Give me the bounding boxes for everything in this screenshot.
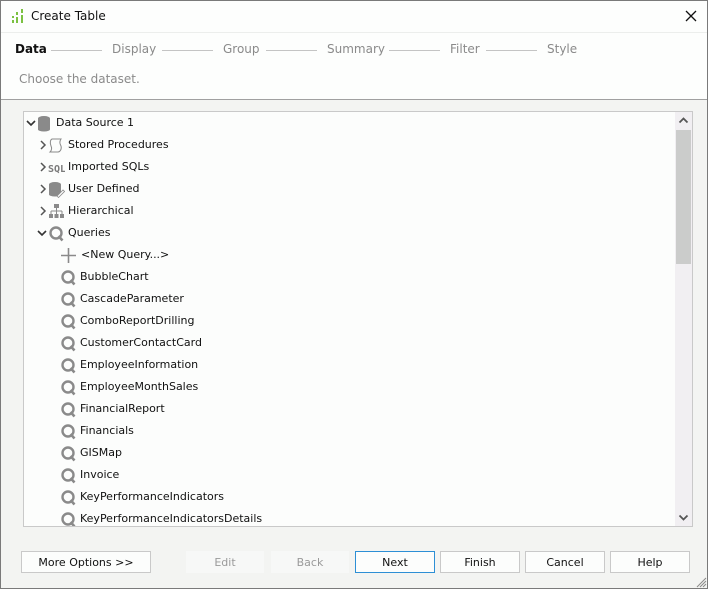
tree-node-label: EmployeeMonthSales <box>80 376 198 398</box>
edit-button[interactable]: Edit <box>186 551 264 573</box>
tree-node-query[interactable]: FinancialReport <box>24 398 664 420</box>
tree-node-new-query[interactable]: <New Query...> <box>24 244 664 266</box>
step-summary[interactable]: Summary <box>327 42 385 56</box>
hierarchy-icon <box>48 203 65 220</box>
chart-bars-icon <box>11 8 25 24</box>
tree-node-label: BubbleChart <box>80 266 149 288</box>
tree-node-label: Queries <box>68 222 110 244</box>
chevron-right-icon[interactable] <box>38 183 48 195</box>
sql-icon: SQL <box>48 159 65 176</box>
query-icon <box>60 401 77 418</box>
tree-node-data-source[interactable]: Data Source 1 <box>24 112 664 134</box>
query-icon <box>60 357 77 374</box>
query-icon <box>60 313 77 330</box>
chevron-right-icon[interactable] <box>38 161 48 173</box>
tree-node-label: Financials <box>80 420 134 442</box>
tree-node-label: Imported SQLs <box>68 156 149 178</box>
step-divider <box>389 50 440 51</box>
tree-node-query[interactable]: ComboReportDrilling <box>24 310 664 332</box>
tree-node-label: FinancialReport <box>80 398 165 420</box>
title-bar: Create Table <box>1 1 707 32</box>
tree-node-query[interactable]: Financials <box>24 420 664 442</box>
tree-node-user-defined[interactable]: User Defined <box>24 178 664 200</box>
tree-node-label: Data Source 1 <box>56 112 134 134</box>
tree-node-label: KeyPerformanceIndicatorsDetails <box>80 508 262 527</box>
cancel-button[interactable]: Cancel <box>525 551 605 573</box>
query-icon <box>48 225 65 242</box>
tree-node-label: Hierarchical <box>68 200 134 222</box>
tree-node-query[interactable]: KeyPerformanceIndicatorsDetails <box>24 508 664 527</box>
tree-node-query[interactable]: BubbleChart <box>24 266 664 288</box>
tree-node-query[interactable]: GISMap <box>24 442 664 464</box>
tree-node-label: CascadeParameter <box>80 288 184 310</box>
wizard-steps: Data Display Group Summary Filter Style <box>1 42 707 58</box>
tree-node-query[interactable]: EmployeeInformation <box>24 354 664 376</box>
tree-node-label: Stored Procedures <box>68 134 169 156</box>
chevron-right-icon[interactable] <box>38 139 48 151</box>
step-divider <box>266 50 317 51</box>
wizard-header: Data Display Group Summary Filter Style … <box>1 32 707 100</box>
query-icon <box>60 335 77 352</box>
query-icon <box>60 445 77 462</box>
close-icon[interactable] <box>683 8 699 24</box>
step-group[interactable]: Group <box>223 42 260 56</box>
query-icon <box>60 489 77 506</box>
query-icon <box>60 423 77 440</box>
chevron-right-icon[interactable] <box>38 205 48 217</box>
tree-node-query[interactable]: KeyPerformanceIndicators <box>24 486 664 508</box>
tree-node-label: EmployeeInformation <box>80 354 198 376</box>
resize-grip-icon[interactable] <box>693 574 707 588</box>
tree-node-label: GISMap <box>80 442 122 464</box>
more-options-button[interactable]: More Options >> <box>21 551 151 573</box>
tree-node-label: User Defined <box>68 178 139 200</box>
tree-node-hierarchical[interactable]: Hierarchical <box>24 200 664 222</box>
tree-node-label: KeyPerformanceIndicators <box>80 486 224 508</box>
window-title: Create Table <box>31 9 106 23</box>
tree-node-queries[interactable]: Queries <box>24 222 664 244</box>
scroll-icon <box>48 137 65 154</box>
query-icon <box>60 511 77 527</box>
step-data[interactable]: Data <box>15 42 47 56</box>
svg-text:SQL: SQL <box>48 164 65 175</box>
tree-node-imported-sqls[interactable]: SQL Imported SQLs <box>24 156 664 178</box>
create-table-dialog: Create Table Data Display Group Summary … <box>0 0 708 589</box>
scroll-down-icon[interactable] <box>675 509 692 526</box>
step-divider <box>486 50 537 51</box>
step-divider <box>51 50 102 51</box>
scroll-up-icon[interactable] <box>675 112 692 129</box>
tree-node-label: ComboReportDrilling <box>80 310 194 332</box>
chevron-down-icon[interactable] <box>37 227 47 239</box>
query-icon <box>60 291 77 308</box>
scrollbar-thumb[interactable] <box>676 130 691 264</box>
tree-node-query[interactable]: Invoice <box>24 464 664 486</box>
tree-node-label: <New Query...> <box>81 244 169 266</box>
next-button[interactable]: Next <box>355 551 435 573</box>
step-filter[interactable]: Filter <box>450 42 480 56</box>
tree-node-label: Invoice <box>80 464 119 486</box>
step-divider <box>162 50 213 51</box>
tree-node-stored-procedures[interactable]: Stored Procedures <box>24 134 664 156</box>
help-button[interactable]: Help <box>610 551 690 573</box>
database-icon <box>36 115 53 132</box>
finish-button[interactable]: Finish <box>440 551 520 573</box>
tree-node-query[interactable]: EmployeeMonthSales <box>24 376 664 398</box>
back-button[interactable]: Back <box>271 551 349 573</box>
tree-node-query[interactable]: CascadeParameter <box>24 288 664 310</box>
query-icon <box>60 379 77 396</box>
dataset-tree: Data Source 1 Stored Procedures SQL Impo… <box>23 111 693 527</box>
chevron-down-icon[interactable] <box>26 117 36 129</box>
database-edit-icon <box>48 181 65 198</box>
plus-icon <box>60 247 77 264</box>
query-icon <box>60 269 77 286</box>
instruction-text: Choose the dataset. <box>19 72 140 86</box>
vertical-scrollbar[interactable] <box>675 112 692 526</box>
step-display[interactable]: Display <box>112 42 156 56</box>
query-icon <box>60 467 77 484</box>
tree-node-query[interactable]: CustomerContactCard <box>24 332 664 354</box>
step-style[interactable]: Style <box>547 42 577 56</box>
tree-node-label: CustomerContactCard <box>80 332 202 354</box>
